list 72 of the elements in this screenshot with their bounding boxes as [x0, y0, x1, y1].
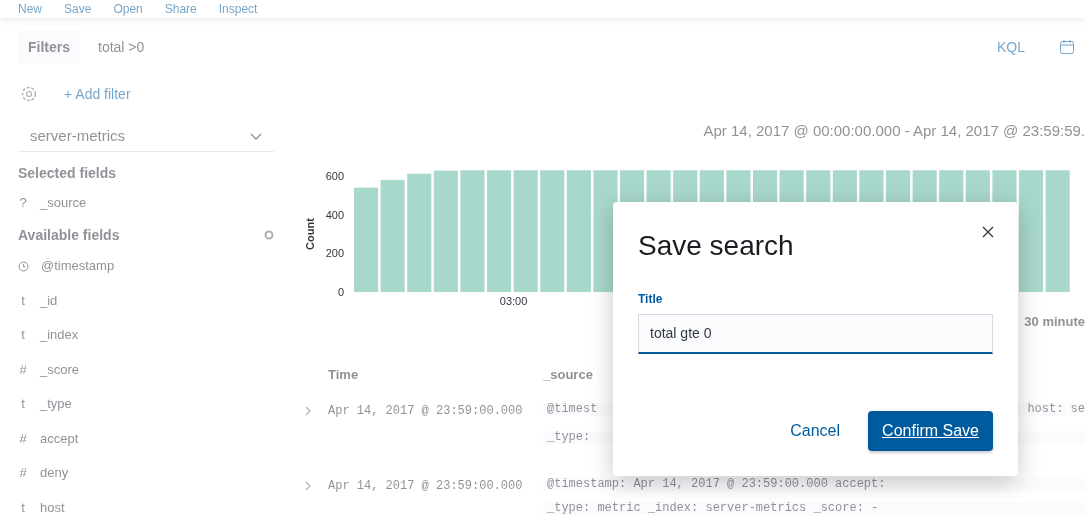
histogram-bar[interactable] — [1019, 170, 1044, 292]
axis-tick-label: 600 — [325, 170, 344, 183]
source-text: @timest — [547, 403, 598, 416]
source-text: @timestamp: Apr 14, 2017 @ 23:59:00.000 accept: — [547, 478, 886, 491]
field-name[interactable]: _source — [40, 193, 87, 213]
field-type-icon: ? — [18, 193, 28, 213]
section-heading: Available fields — [18, 225, 120, 244]
field-type-icon: t — [18, 290, 28, 311]
axis-tick-label: 0 — [337, 286, 344, 298]
field-name[interactable]: _id — [40, 290, 58, 311]
field-name[interactable]: _score — [40, 359, 80, 380]
histogram-bar[interactable] — [380, 179, 405, 292]
field-type-icon: # — [18, 428, 28, 449]
histogram-bar[interactable] — [354, 187, 379, 292]
field-name[interactable]: _index — [40, 325, 79, 345]
source-text: _type: metric _index: server-metrics _score: - — [547, 502, 879, 515]
settings-icon[interactable] — [20, 85, 38, 103]
histogram-bar[interactable] — [407, 173, 432, 292]
confirm-save-button[interactable]: Confirm Save — [868, 411, 993, 451]
table-cell: Apr 14, 2017 @ 23:59:00.000 — [328, 404, 523, 418]
menu-item[interactable]: Share — [164, 3, 197, 15]
field-type-icon: t — [18, 325, 28, 345]
close-button[interactable] — [980, 224, 996, 240]
column-header[interactable]: _source — [543, 367, 593, 382]
source-text: host: se — [1027, 403, 1085, 416]
axis-tick-label: 03:00 — [499, 295, 528, 307]
close-icon — [982, 226, 994, 238]
interval-label: 30 minute — [1024, 314, 1085, 330]
histogram-bar[interactable] — [566, 170, 591, 292]
clock-icon — [18, 260, 29, 272]
field-name[interactable]: host — [40, 497, 65, 515]
histogram-bar[interactable] — [540, 170, 565, 292]
histogram-bar[interactable] — [433, 170, 458, 292]
dialog-title: Save search — [638, 229, 794, 263]
axis-title: Count — [304, 218, 316, 250]
field-name[interactable]: _type — [40, 394, 72, 414]
menu-item[interactable]: Inspect — [218, 3, 258, 15]
filters-label: Filters — [18, 30, 80, 64]
time-range[interactable]: Apr 14, 2017 @ 00:00:00.000 - Apr 14, 2017 @ 23:59:59. — [288, 122, 1085, 139]
index-pattern-select[interactable]: server-metrics — [18, 122, 274, 152]
calendar-icon[interactable] — [1059, 39, 1075, 55]
field-type-icon: # — [18, 463, 28, 483]
axis-tick-label: 200 — [325, 247, 344, 260]
table-cell: Apr 14, 2017 @ 23:59:00.000 — [328, 479, 523, 493]
source-text: _type: — [547, 431, 591, 444]
query-text[interactable]: total >0 — [98, 36, 979, 58]
settings-icon[interactable] — [264, 229, 274, 240]
title-input[interactable]: total gte 0 — [638, 313, 993, 354]
axis-tick-label: 400 — [325, 208, 344, 221]
chevron-down-icon — [250, 132, 262, 141]
kql-toggle[interactable]: KQL — [997, 36, 1025, 58]
field-type-icon: t — [18, 394, 28, 414]
histogram-bar[interactable] — [1045, 170, 1070, 292]
field-name[interactable]: deny — [40, 463, 69, 483]
add-filter-link[interactable]: + Add filter — [64, 83, 131, 105]
field-label: Title — [638, 290, 663, 308]
menu-item[interactable]: New — [18, 3, 42, 15]
histogram-bar[interactable] — [460, 170, 485, 292]
menu-item[interactable]: Open — [113, 3, 143, 15]
column-header[interactable]: Time — [328, 367, 359, 382]
field-type-icon: # — [18, 359, 28, 380]
histogram-bar[interactable] — [487, 170, 512, 292]
cancel-button[interactable]: Cancel — [790, 413, 841, 449]
menu-item[interactable]: Save — [64, 3, 92, 15]
section-heading: Selected fields — [18, 164, 117, 182]
histogram-bar[interactable] — [513, 170, 538, 292]
expand-icon[interactable] — [304, 480, 312, 491]
field-type-icon: t — [18, 497, 28, 515]
field-name[interactable]: @timestamp — [41, 256, 115, 276]
field-name[interactable]: accept — [40, 428, 79, 449]
expand-icon[interactable] — [304, 405, 312, 416]
index-pattern-name: server-metrics — [30, 126, 125, 147]
